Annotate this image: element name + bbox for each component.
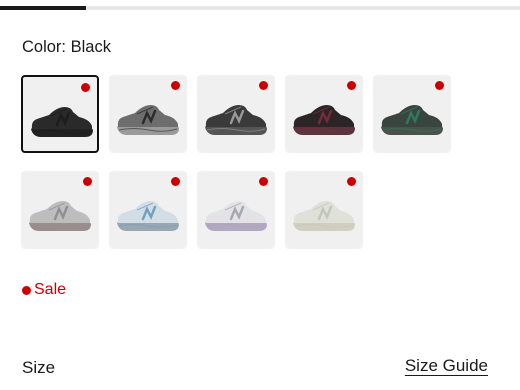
size-guide-link[interactable]: Size Guide [405, 356, 488, 376]
sale-dot-icon [22, 285, 31, 295]
sale-dot-icon [347, 81, 356, 90]
sneaker-image [205, 105, 267, 135]
color-swatch[interactable] [285, 171, 363, 249]
sneaker-image [117, 105, 179, 135]
color-swatch[interactable] [21, 171, 99, 249]
sneaker-image [29, 201, 91, 231]
sale-dot-icon [259, 177, 268, 186]
sale-dot-icon [81, 83, 90, 92]
sale-indicator: Sale [22, 281, 66, 299]
sneaker-image [293, 105, 355, 135]
color-swatch[interactable] [21, 75, 99, 153]
color-swatch[interactable] [109, 171, 187, 249]
color-swatch[interactable] [285, 75, 363, 153]
color-swatch[interactable] [373, 75, 451, 153]
sale-dot-icon [259, 81, 268, 90]
sneaker-image [205, 201, 267, 231]
sneaker-image [31, 107, 93, 137]
sale-dot-icon [435, 81, 444, 90]
size-label: Size [22, 358, 56, 377]
image-gallery-progress [0, 6, 520, 10]
sale-label: Sale [34, 281, 67, 298]
color-swatch[interactable] [109, 75, 187, 153]
color-swatch-grid [21, 75, 461, 249]
progress-fill [0, 6, 86, 10]
color-swatch[interactable] [197, 171, 275, 249]
sale-dot-icon [171, 177, 180, 186]
sale-dot-icon [347, 177, 356, 186]
sale-dot-icon [83, 177, 92, 186]
color-label: Color: Black [22, 38, 111, 56]
sneaker-image [293, 201, 355, 231]
sale-dot-icon [171, 81, 180, 90]
sneaker-image [117, 201, 179, 231]
color-swatch[interactable] [197, 75, 275, 153]
sneaker-image [381, 105, 443, 135]
